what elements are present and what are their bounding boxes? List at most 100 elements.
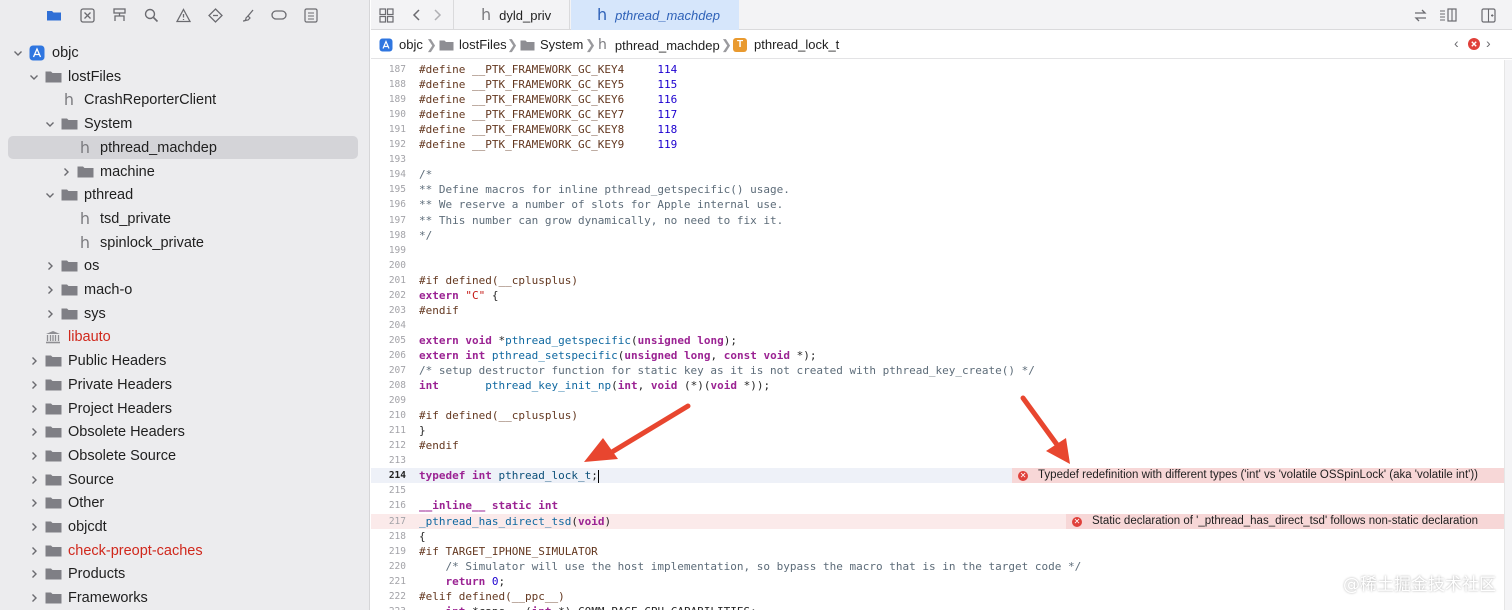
code-line[interactable]: 196 ** We reserve a number of slots for A… xyxy=(371,197,1504,212)
tree-item-system[interactable]: System xyxy=(8,112,358,135)
code-line[interactable]: 194 /* xyxy=(371,167,1504,182)
tree-item-products[interactable]: Products xyxy=(8,562,358,585)
chevron-right-icon[interactable] xyxy=(28,521,40,533)
folder-icon[interactable] xyxy=(45,6,63,24)
tab-pthread-machdep[interactable]: h pthread_machdep xyxy=(571,0,739,30)
tree-item-machine[interactable]: machine xyxy=(8,160,358,183)
code-line[interactable]: 192 #define __PTK_FRAMEWORK_GC_KEY9 119 xyxy=(371,137,1504,152)
code-line[interactable]: 187 #define __PTK_FRAMEWORK_GC_KEY4 114 xyxy=(371,62,1504,77)
warning-icon[interactable] xyxy=(174,6,192,24)
tree-item-other[interactable]: Other xyxy=(8,491,358,514)
tree-item-private-headers[interactable]: Private Headers xyxy=(8,373,358,396)
tree-item-crashreporterclient[interactable]: h CrashReporterClient xyxy=(8,88,358,111)
code-line[interactable]: 217 _pthread_has_direct_tsd(void) ✕ Static … xyxy=(371,514,1504,529)
tree-item-sys[interactable]: sys xyxy=(8,302,358,325)
tag-icon[interactable] xyxy=(270,6,288,24)
x-square-icon[interactable] xyxy=(78,6,96,24)
code-line[interactable]: 213 xyxy=(371,453,1504,468)
chevron-right-icon[interactable] xyxy=(28,426,40,438)
chevron-down-icon[interactable] xyxy=(12,47,24,59)
error-message[interactable]: ✕ Typedef redefinition with different typ… xyxy=(1012,468,1504,483)
chevron-right-icon[interactable] xyxy=(44,260,56,272)
tab-dyld-priv[interactable]: h dyld_priv xyxy=(453,0,570,30)
tree-item-frameworks[interactable]: Frameworks xyxy=(8,586,358,609)
chevron-right-icon[interactable] xyxy=(28,592,40,604)
search-icon[interactable] xyxy=(142,6,160,24)
tree-item-os[interactable]: os xyxy=(8,254,358,277)
add-editor-icon[interactable] xyxy=(1479,6,1497,24)
code-line[interactable]: 193 xyxy=(371,152,1504,167)
chevron-down-icon[interactable] xyxy=(28,71,40,83)
code-line[interactable]: 202 extern "C" { xyxy=(371,288,1504,303)
breadcrumb-system[interactable]: System xyxy=(520,37,583,52)
code-line[interactable]: 211} xyxy=(371,423,1504,438)
code-line[interactable]: 190 #define __PTK_FRAMEWORK_GC_KEY7 117 xyxy=(371,107,1504,122)
editor-options-icon[interactable] xyxy=(1439,6,1457,24)
forward-arrow-icon[interactable] xyxy=(428,6,446,24)
swap-icon[interactable] xyxy=(1411,6,1429,24)
error-indicator-icon[interactable] xyxy=(1468,38,1480,50)
chevron-right-icon[interactable] xyxy=(28,355,40,367)
code-line[interactable]: 220 /* Simulator will use the host imple… xyxy=(371,559,1504,574)
code-line[interactable]: 195 ** Define macros for inline pthread_g… xyxy=(371,182,1504,197)
hierarchy-icon[interactable] xyxy=(110,6,128,24)
previous-issue-icon[interactable]: ‹ xyxy=(1454,35,1459,51)
code-line[interactable]: 204 xyxy=(371,318,1504,333)
editor-scrollbar[interactable] xyxy=(1504,60,1512,610)
code-line[interactable]: 215 xyxy=(371,483,1504,498)
tree-item-source[interactable]: Source xyxy=(8,468,358,491)
back-arrow-icon[interactable] xyxy=(408,6,426,24)
code-line[interactable]: 197 ** This number can grow dynamically, … xyxy=(371,213,1504,228)
source-editor[interactable]: 187 #define __PTK_FRAMEWORK_GC_KEY4 114 18… xyxy=(371,60,1512,610)
tree-item-libauto[interactable]: libauto xyxy=(8,325,358,348)
tree-item-objcdt[interactable]: objcdt xyxy=(8,515,358,538)
breadcrumb-lostfiles[interactable]: lostFiles xyxy=(439,37,507,52)
error-message[interactable]: ✕ Static declaration of '_pthread_has_dir… xyxy=(1065,514,1504,529)
code-line[interactable]: 216 __inline__ static int xyxy=(371,498,1504,513)
code-line[interactable]: 191 #define __PTK_FRAMEWORK_GC_KEY8 118 xyxy=(371,122,1504,137)
next-issue-icon[interactable]: › xyxy=(1486,35,1491,51)
code-line[interactable]: 212 #endif xyxy=(371,438,1504,453)
code-line[interactable]: 203 #endif xyxy=(371,303,1504,318)
tree-item-objc[interactable]: objc xyxy=(8,41,358,64)
brush-icon[interactable] xyxy=(238,6,256,24)
tree-item-project-headers[interactable]: Project Headers xyxy=(8,397,358,420)
chevron-down-icon[interactable] xyxy=(44,118,56,130)
code-line[interactable]: 218 { xyxy=(371,529,1504,544)
code-line[interactable]: 214 typedef int pthread_lock_t; ✕ Typedef r… xyxy=(371,468,1504,483)
tree-item-lostfiles[interactable]: lostFiles xyxy=(8,65,358,88)
chevron-right-icon[interactable] xyxy=(28,545,40,557)
code-line[interactable]: 209 xyxy=(371,393,1504,408)
code-line[interactable]: 189 #define __PTK_FRAMEWORK_GC_KEY6 116 xyxy=(371,92,1504,107)
breadcrumb-objc[interactable]: objc xyxy=(379,37,423,52)
code-line[interactable]: 223 int *caps = (int *)_COMM_PAGE_CPU_CA… xyxy=(371,604,1504,610)
tree-item-pthread[interactable]: pthread xyxy=(8,183,358,206)
tree-item-obsolete-source[interactable]: Obsolete Source xyxy=(8,444,358,467)
chevron-right-icon[interactable] xyxy=(28,379,40,391)
code-line[interactable]: 205 extern void *pthread_getspecific(unsi… xyxy=(371,333,1504,348)
code-line[interactable]: 206 extern int pthread_setspecific(unsign… xyxy=(371,348,1504,363)
code-line[interactable]: 200 xyxy=(371,258,1504,273)
chevron-right-icon[interactable] xyxy=(60,166,72,178)
chevron-right-icon[interactable] xyxy=(28,403,40,415)
chevron-down-icon[interactable] xyxy=(44,189,56,201)
code-line[interactable]: 210 #if defined(__cplusplus) xyxy=(371,408,1504,423)
code-line[interactable]: 199 xyxy=(371,243,1504,258)
code-line[interactable]: 219 #if TARGET_IPHONE_SIMULATOR xyxy=(371,544,1504,559)
tree-item-mach-o[interactable]: mach-o xyxy=(8,278,358,301)
code-line[interactable]: 222 #elif defined(__ppc__) xyxy=(371,589,1504,604)
code-line[interactable]: 188 #define __PTK_FRAMEWORK_GC_KEY5 115 xyxy=(371,77,1504,92)
chevron-right-icon[interactable] xyxy=(28,497,40,509)
tree-item-tsd-private[interactable]: h tsd_private xyxy=(8,207,358,230)
tree-item-check-preopt-caches[interactable]: check-preopt-caches xyxy=(8,539,358,562)
code-line[interactable]: 201 #if defined(__cplusplus) xyxy=(371,273,1504,288)
code-line[interactable]: 207 /* setup destructor function for stat… xyxy=(371,363,1504,378)
chevron-right-icon[interactable] xyxy=(28,474,40,486)
breadcrumb-pthread-lock-t[interactable]: T pthread_lock_t xyxy=(733,37,839,52)
chevron-right-icon[interactable] xyxy=(28,568,40,580)
chevron-right-icon[interactable] xyxy=(44,308,56,320)
list-icon[interactable] xyxy=(302,6,320,24)
tree-item-obsolete-headers[interactable]: Obsolete Headers xyxy=(8,420,358,443)
tree-item-pthread-machdep[interactable]: h pthread_machdep xyxy=(8,136,358,159)
tree-item-spinlock-private[interactable]: h spinlock_private xyxy=(8,231,358,254)
